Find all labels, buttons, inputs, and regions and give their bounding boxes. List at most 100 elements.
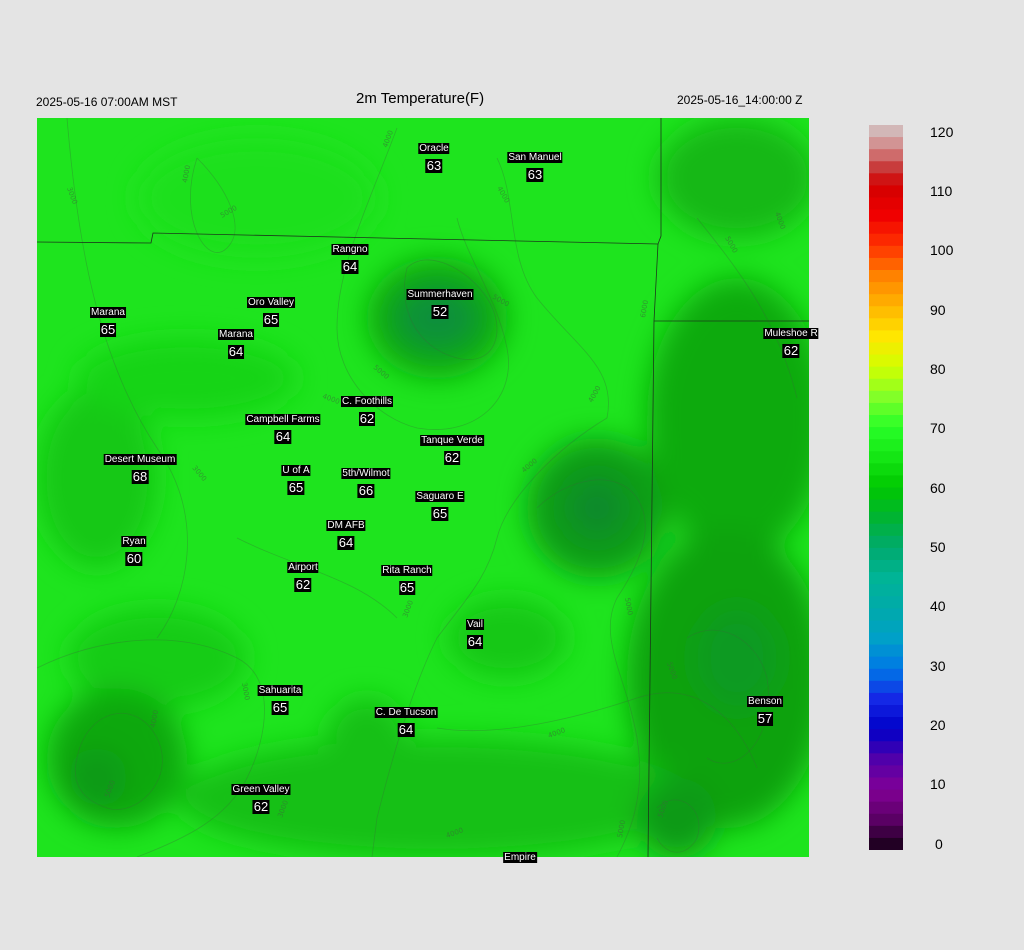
station-temperature: 64 — [337, 535, 355, 550]
station-marker[interactable]: Airport 62 — [287, 557, 319, 592]
station-marker[interactable]: Rita Ranch 65 — [381, 560, 433, 595]
station-temperature: 64 — [341, 259, 359, 274]
station-marker[interactable]: Saguaro E 65 — [415, 486, 465, 521]
colorbar-tick-label: 90 — [930, 302, 946, 318]
colorbar-segment — [869, 137, 903, 150]
station-marker[interactable]: C. De Tucson 64 — [374, 702, 438, 737]
colorbar-segment — [869, 427, 903, 440]
colorbar-segment — [869, 257, 903, 271]
station-temperature: 66 — [357, 483, 375, 498]
station-name: Benson — [747, 696, 783, 707]
colorbar-segment — [869, 390, 903, 404]
station-name: Vail — [466, 619, 484, 630]
station-marker[interactable]: San Manuel 63 — [507, 147, 563, 182]
station-name: C. De Tucson — [374, 707, 438, 718]
colorbar-tick-label: 20 — [930, 717, 946, 733]
colorbar-segment — [869, 342, 903, 356]
station-name: Empire — [503, 852, 537, 863]
colorbar-segment — [869, 560, 903, 573]
station-name: 5th/Wilmot — [341, 468, 391, 479]
colorbar-segment — [869, 596, 903, 609]
station-marker[interactable]: Muleshoe R 62 — [763, 323, 819, 358]
station-name: Saguaro E — [415, 491, 465, 502]
station-marker[interactable]: Benson 57 — [747, 691, 783, 726]
colorbar-segment — [869, 499, 903, 513]
station-marker[interactable]: Empire — [503, 847, 537, 865]
colorbar-segment — [869, 294, 903, 307]
colorbar-tick-label: 60 — [930, 480, 946, 496]
station-name: Ryan — [121, 536, 147, 547]
station-marker[interactable]: Green Valley 62 — [231, 779, 291, 814]
station-marker[interactable]: Rangno 64 — [331, 239, 369, 274]
station-temperature: 65 — [99, 322, 117, 337]
colorbar-segment — [869, 632, 903, 646]
colorbar-segment — [869, 547, 903, 561]
colorbar-segment — [869, 789, 903, 803]
station-marker[interactable]: Campbell Farms 64 — [245, 409, 321, 444]
station-name: Desert Museum — [103, 454, 177, 465]
colorbar-segment — [869, 753, 903, 767]
station-marker[interactable]: Oro Valley 65 — [247, 292, 295, 327]
colorbar-tick-label: 110 — [930, 183, 953, 199]
station-marker[interactable]: Tanque Verde 62 — [420, 430, 484, 465]
colorbar-segment — [869, 813, 903, 827]
colorbar-segment — [869, 777, 903, 791]
colorbar-tick-label: 10 — [930, 776, 946, 792]
station-marker[interactable]: U of A 65 — [281, 460, 311, 495]
station-marker[interactable]: Desert Museum 68 — [103, 449, 177, 484]
colorbar-segment — [869, 366, 903, 380]
station-marker[interactable]: Oracle 63 — [418, 138, 450, 173]
station-temperature: 63 — [425, 158, 443, 173]
station-name: Campbell Farms — [245, 414, 321, 425]
colorbar-segment — [869, 378, 903, 392]
colorbar-segment — [869, 511, 903, 525]
station-temperature: 64 — [466, 634, 484, 649]
colorbar-tick-label: 0 — [935, 836, 943, 852]
colorbar-segment — [869, 572, 903, 585]
colorbar-segment — [869, 656, 903, 670]
station-marker[interactable]: Vail 64 — [466, 614, 484, 649]
station-name: Green Valley — [231, 784, 291, 795]
temperature-colorbar — [869, 125, 903, 850]
colorbar-segment — [869, 523, 903, 537]
station-temperature: 64 — [397, 722, 415, 737]
colorbar-tick-label: 100 — [930, 242, 954, 258]
station-name: Rita Ranch — [381, 565, 433, 576]
colorbar-segment — [869, 221, 903, 235]
station-temperature: 62 — [294, 577, 312, 592]
station-marker[interactable]: Marana 65 — [90, 302, 126, 337]
colorbar-segment — [869, 173, 903, 187]
colorbar-tick-label: 80 — [930, 361, 946, 377]
colorbar-tick-label: 120 — [930, 124, 954, 140]
colorbar-segment — [869, 705, 903, 718]
station-marker[interactable]: Ryan 60 — [121, 531, 147, 566]
station-temperature: 62 — [358, 411, 376, 426]
station-temperature: 62 — [443, 450, 461, 465]
colorbar-segment — [869, 668, 903, 682]
station-name: DM AFB — [326, 520, 366, 531]
station-marker[interactable]: 5th/Wilmot 66 — [341, 463, 391, 498]
station-name: C. Foothills — [340, 396, 394, 407]
colorbar-segment — [869, 330, 903, 344]
station-temperature: 65 — [287, 480, 305, 495]
station-temperature: 52 — [431, 304, 449, 319]
station-marker[interactable]: Marana 64 — [218, 324, 254, 359]
station-marker[interactable]: Sahuarita 65 — [257, 680, 303, 715]
station-temperature: 65 — [431, 506, 449, 521]
colorbar-segment — [869, 475, 903, 489]
colorbar-segment — [869, 825, 903, 839]
station-name: Oro Valley — [247, 297, 295, 308]
station-temperature: 68 — [131, 469, 149, 484]
station-marker[interactable]: C. Foothills 62 — [340, 391, 394, 426]
station-marker[interactable]: DM AFB 64 — [326, 515, 366, 550]
colorbar-segment — [869, 717, 903, 730]
colorbar-segment — [869, 270, 903, 283]
station-name: Muleshoe R — [763, 328, 819, 339]
colorbar-segment — [869, 306, 903, 319]
station-name: San Manuel — [507, 152, 563, 163]
station-marker[interactable]: Summerhaven 52 — [406, 284, 474, 319]
colorbar-segment — [869, 487, 903, 501]
colorbar-segment — [869, 463, 903, 477]
colorbar-tick-label: 30 — [930, 658, 946, 674]
colorbar-segment — [869, 644, 903, 658]
